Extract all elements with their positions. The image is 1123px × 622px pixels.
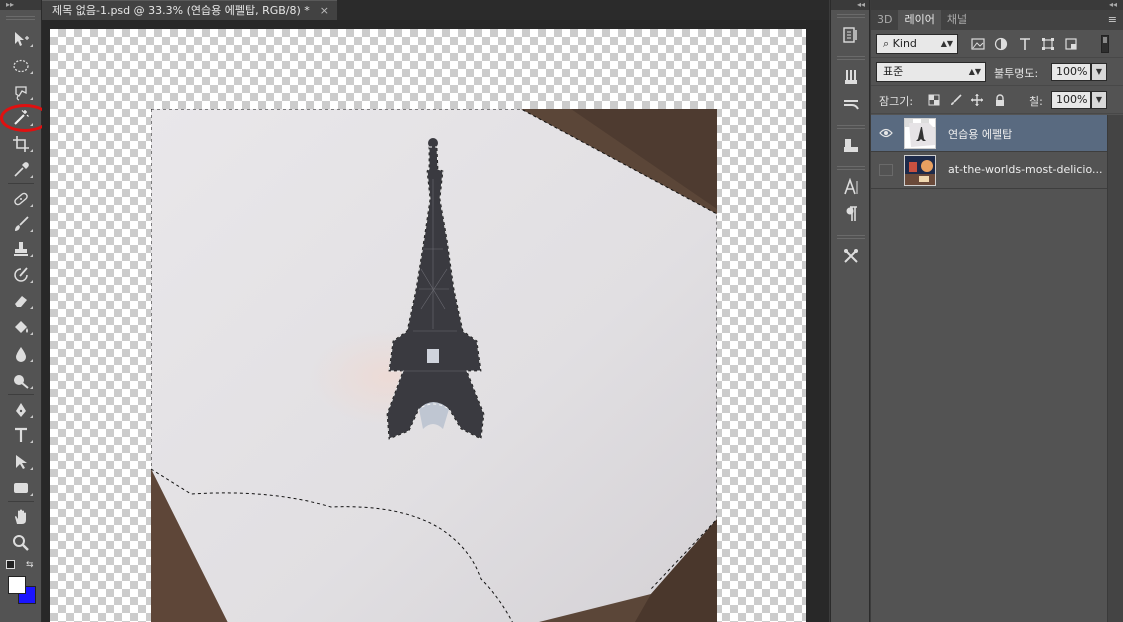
layer-row[interactable]: at-the-worlds-most-delicio...: [871, 152, 1107, 189]
lock-position-icon[interactable]: [970, 93, 984, 107]
blend-mode-value: 표준: [883, 65, 904, 78]
history-brush-icon[interactable]: [6, 264, 36, 286]
brush-icon[interactable]: [6, 213, 36, 235]
lock-all-icon[interactable]: [993, 93, 1007, 107]
panel-tabs: 3D 레이어 채널 ≡: [871, 10, 1123, 30]
layers-scrollbar[interactable]: [1107, 115, 1123, 622]
layers-list: 연습용 에펠탑 at-the-worlds-most-delicio...: [871, 115, 1107, 622]
layer-name[interactable]: at-the-worlds-most-delicio...: [948, 163, 1102, 176]
panel-icon-dock: ◂◂: [830, 0, 870, 622]
shape-layer-filter-icon[interactable]: [1040, 36, 1056, 52]
opacity-input[interactable]: 100%: [1051, 63, 1091, 81]
tab-layers[interactable]: 레이어: [898, 10, 941, 30]
filter-kind-value: Kind: [892, 37, 917, 50]
filter-kind-select[interactable]: ⌕ Kind ▲▼: [876, 34, 958, 54]
elliptical-marquee-icon[interactable]: [6, 55, 36, 77]
lock-image-pixels-icon[interactable]: [949, 93, 963, 107]
tools-drag-handle[interactable]: [6, 16, 35, 20]
layers-panel: ◂◂ 3D 레이어 채널 ≡ ⌕ Kind ▲▼ 표준 ▲▼ 불투명도: 100…: [871, 0, 1123, 622]
dodge-icon[interactable]: [6, 370, 36, 392]
eraser-icon[interactable]: [6, 290, 36, 312]
smart-object-filter-icon[interactable]: [1063, 36, 1079, 52]
eiffel-tower-photo: [151, 109, 717, 622]
chevron-down-icon: ▲▼: [968, 67, 981, 76]
type-icon[interactable]: [6, 424, 36, 446]
healing-brush-icon[interactable]: [6, 188, 36, 210]
blend-row: 표준 ▲▼ 불투명도: 100% ▼: [871, 58, 1123, 86]
tools-panel: ▸▸ ⇆: [0, 0, 50, 622]
move-icon[interactable]: [6, 28, 36, 50]
opacity-dropdown-icon[interactable]: ▼: [1091, 63, 1107, 81]
paint-bucket-icon[interactable]: [6, 316, 36, 338]
tab-3d[interactable]: 3D: [871, 10, 898, 30]
close-document-icon[interactable]: ×: [320, 1, 329, 20]
zoom-icon[interactable]: [6, 532, 36, 554]
chevron-down-icon: ▲▼: [940, 39, 953, 48]
tools-collapse-grip[interactable]: ▸▸: [0, 0, 41, 10]
clone-source-panel-icon[interactable]: [839, 135, 863, 157]
document-tab-title: 제목 없음-1.psd @ 33.3% (연습용 에펠탑, RGB/8) *: [52, 4, 310, 17]
canvas-area[interactable]: [42, 20, 829, 622]
history-panel-icon[interactable]: [839, 24, 863, 46]
foreground-color-swatch[interactable]: [8, 576, 26, 594]
lasso-icon[interactable]: [6, 81, 36, 103]
panel-collapse-grip[interactable]: ◂◂: [871, 0, 1123, 10]
brush-presets-panel-icon[interactable]: [839, 93, 863, 115]
swap-colors-icon[interactable]: ⇆: [26, 560, 34, 570]
lock-label: 잠그기:: [879, 95, 914, 108]
panel-menu-icon[interactable]: ≡: [1108, 13, 1117, 26]
layer-name[interactable]: 연습용 에펠탑: [948, 126, 1012, 142]
adjustment-layer-filter-icon[interactable]: [993, 36, 1009, 52]
layer-filter-row: ⌕ Kind ▲▼: [871, 30, 1123, 58]
transparent-canvas[interactable]: [50, 29, 806, 622]
document-tab[interactable]: 제목 없음-1.psd @ 33.3% (연습용 에펠탑, RGB/8) * ×: [42, 0, 337, 20]
dock-collapse-grip[interactable]: ◂◂: [831, 0, 869, 10]
tool-presets-panel-icon[interactable]: [839, 245, 863, 267]
rectangle-shape-icon[interactable]: [6, 477, 36, 499]
blur-icon[interactable]: [6, 343, 36, 365]
layer-thumbnail: [904, 118, 936, 149]
default-colors-icon[interactable]: [6, 560, 15, 569]
eyedropper-icon[interactable]: [6, 159, 36, 181]
opacity-label: 불투명도:: [994, 67, 1039, 80]
fill-dropdown-icon[interactable]: ▼: [1091, 91, 1107, 109]
fill-label: 칠:: [1029, 95, 1043, 108]
path-selection-icon[interactable]: [6, 451, 36, 473]
document-tab-bar: 제목 없음-1.psd @ 33.3% (연습용 에펠탑, RGB/8) * ×: [42, 0, 829, 20]
layer-row[interactable]: 연습용 에펠탑: [871, 115, 1107, 152]
type-layer-filter-icon[interactable]: [1017, 36, 1033, 52]
lock-row: 잠그기: 칠: 100% ▼: [871, 86, 1123, 114]
blend-mode-select[interactable]: 표준 ▲▼: [876, 62, 986, 82]
paragraph-panel-icon[interactable]: [839, 203, 863, 225]
crop-icon[interactable]: [6, 133, 36, 155]
character-panel-icon[interactable]: [839, 176, 863, 198]
eye-icon[interactable]: [879, 127, 893, 139]
tab-channels[interactable]: 채널: [941, 10, 973, 30]
clone-stamp-icon[interactable]: [6, 238, 36, 260]
lock-transparent-pixels-icon[interactable]: [927, 93, 941, 107]
filter-toggle-switch[interactable]: [1101, 35, 1109, 53]
photoshop-window: ▸▸ ⇆ 제목 없음-1.psd @ 33.3% (연습용 에펠탑, RGB/8…: [0, 0, 1123, 622]
hand-icon[interactable]: [6, 506, 36, 528]
actions-panel-icon[interactable]: [839, 66, 863, 88]
visibility-toggle-off[interactable]: [879, 164, 893, 176]
pen-icon[interactable]: [6, 399, 36, 421]
pixel-layer-filter-icon[interactable]: [970, 36, 986, 52]
fill-input[interactable]: 100%: [1051, 91, 1091, 109]
filter-search-icon: ⌕: [883, 37, 893, 50]
layer-thumbnail: [904, 155, 936, 186]
